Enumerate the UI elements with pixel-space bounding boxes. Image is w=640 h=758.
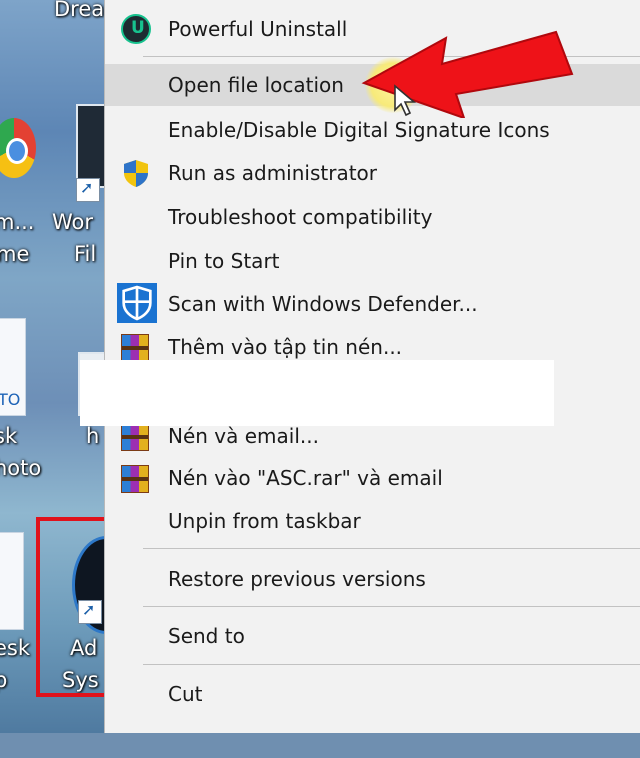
menu-item-partial-next[interactable]: [105, 716, 640, 758]
photo-icon-text: TO: [0, 390, 21, 409]
menu-item-label: Run as administrator: [168, 161, 378, 185]
menu-item-troubleshoot-compatibility[interactable]: Troubleshoot compatibility: [105, 196, 640, 238]
uninstall-icon: [121, 14, 151, 44]
winrar-icon: [121, 423, 149, 451]
shield-uac-icon: [124, 160, 148, 187]
windows-defender-icon: [117, 283, 157, 323]
desktop-label-chrome-2: me: [0, 242, 30, 266]
desktop-label-photo-2: hoto: [0, 456, 42, 480]
desktop-label-chrome-1: m...: [0, 210, 35, 234]
menu-item-label: Pin to Start: [168, 249, 280, 273]
menu-item-scan-windows-defender[interactable]: Scan with Windows Defender...: [105, 283, 640, 325]
shortcut-arrow-icon: [76, 178, 100, 202]
desktop-label-photo-1: sk: [0, 424, 18, 448]
menu-item-label: Unpin from taskbar: [168, 509, 361, 533]
menu-separator: [143, 548, 640, 549]
chrome-app-icon[interactable]: [0, 118, 36, 178]
menu-item-label: Scan with Windows Defender...: [168, 292, 478, 316]
menu-item-send-to[interactable]: Send to: [105, 615, 640, 657]
menu-item-compress-to-asc-rar-and-email[interactable]: Nén vào "ASC.rar" và email: [105, 457, 640, 499]
menu-item-label: Open file location: [168, 73, 344, 97]
menu-item-label: Troubleshoot compatibility: [168, 205, 433, 229]
desktop-label-top: Dream - S: [54, 0, 108, 21]
winrar-icon: [121, 334, 149, 362]
menu-item-pin-to-start[interactable]: Pin to Start: [105, 240, 640, 282]
menu-item-label: Send to: [168, 624, 245, 648]
menu-item-unpin-from-taskbar[interactable]: Unpin from taskbar: [105, 500, 640, 542]
redaction-patch: [80, 360, 554, 426]
menu-item-label: Cut: [168, 682, 203, 706]
desk-app-icon[interactable]: [0, 532, 24, 630]
menu-item-label: Enable/Disable Digital Signature Icons: [168, 118, 550, 142]
desktop-label-word-2: Fil: [74, 242, 97, 266]
menu-separator: [143, 606, 640, 607]
menu-item-label: Thêm vào tập tin nén...: [168, 335, 403, 359]
winrar-icon: [121, 465, 149, 493]
menu-item-run-as-administrator[interactable]: Run as administrator: [105, 152, 640, 194]
mouse-cursor-icon: [394, 84, 417, 117]
menu-item-cut[interactable]: Cut: [105, 673, 640, 715]
desktop-label-word-1: Wor: [52, 210, 94, 234]
menu-separator: [143, 664, 640, 665]
menu-item-label: Restore previous versions: [168, 567, 426, 591]
menu-item-restore-previous-versions[interactable]: Restore previous versions: [105, 558, 640, 600]
menu-item-label: Powerful Uninstall: [168, 17, 348, 41]
menu-item-label: Nén vào "ASC.rar" và email: [168, 466, 443, 490]
desktop-label-bottom-2: p: [0, 668, 8, 692]
desktop-label-bottom-1: esk: [0, 636, 31, 660]
